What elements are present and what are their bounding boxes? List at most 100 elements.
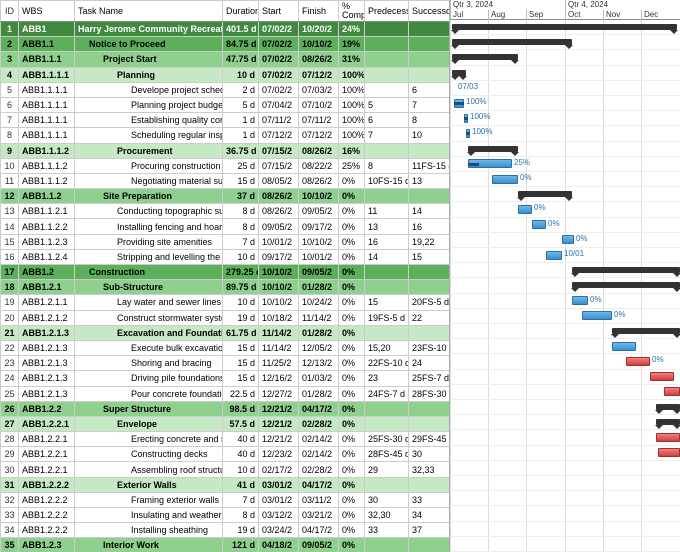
cell[interactable]: 15 d xyxy=(223,173,259,188)
cell[interactable]: 0% xyxy=(339,189,365,204)
cell[interactable]: ABB1.1.2.4 xyxy=(19,249,75,264)
cell[interactable]: 401.5 d xyxy=(223,22,259,37)
cell[interactable]: ABB1.1 xyxy=(19,37,75,52)
cell[interactable]: 01/28/2 xyxy=(299,386,339,401)
cell[interactable]: 07/11/2 xyxy=(299,113,339,128)
cell[interactable]: Stripping and levelling the site xyxy=(75,249,223,264)
cell[interactable]: 22FS-10 d xyxy=(365,356,409,371)
cell[interactable]: 12/21/2 xyxy=(259,416,299,431)
cell[interactable]: 10/10/2 xyxy=(259,265,299,280)
cell[interactable]: 0% xyxy=(339,310,365,325)
gantt-bar[interactable] xyxy=(650,372,674,381)
table-row[interactable]: 18ABB1.2.1Sub-Structure89.75 d10/10/201/… xyxy=(1,280,451,295)
cell[interactable]: 14 xyxy=(409,204,451,219)
cell[interactable]: ABB1.2.1.1 xyxy=(19,295,75,310)
col-successors[interactable]: Successors xyxy=(409,1,451,22)
cell[interactable]: 19FS-5 d xyxy=(365,310,409,325)
cell[interactable]: 20FS-5 d xyxy=(409,295,451,310)
cell[interactable]: ABB1.2.2.2 xyxy=(19,523,75,538)
cell[interactable]: 07/02/2 xyxy=(259,52,299,67)
gantt-bar[interactable] xyxy=(452,54,518,60)
table-row[interactable]: 28ABB1.2.2.1Erecting concrete and steel … xyxy=(1,432,451,447)
table-row[interactable]: 21ABB1.2.1.3Excavation and Foundation61.… xyxy=(1,325,451,340)
cell[interactable]: 23 xyxy=(365,371,409,386)
cell[interactable]: 36.75 d xyxy=(223,143,259,158)
cell[interactable]: 12 xyxy=(1,189,19,204)
cell[interactable]: 34 xyxy=(1,523,19,538)
cell[interactable]: 09/17/2 xyxy=(299,219,339,234)
gantt-bar[interactable] xyxy=(562,235,574,244)
cell[interactable]: 07/12/2 xyxy=(299,128,339,143)
cell[interactable]: 2 d xyxy=(223,82,259,97)
cell[interactable]: 08/26/2 xyxy=(259,189,299,204)
cell[interactable]: 03/21/2 xyxy=(299,508,339,523)
cell[interactable]: Construct stormwater systems xyxy=(75,310,223,325)
cell[interactable]: 08/26/2 xyxy=(299,52,339,67)
cell[interactable]: 279.25 d xyxy=(223,265,259,280)
cell[interactable]: 5 d xyxy=(223,97,259,112)
cell[interactable]: ABB1.2.1.3 xyxy=(19,371,75,386)
cell[interactable]: ABB1.2.3 xyxy=(19,538,75,552)
cell[interactable]: 12/21/2 xyxy=(259,401,299,416)
table-row[interactable]: 16ABB1.1.2.4Stripping and levelling the … xyxy=(1,249,451,264)
cell[interactable]: 12/16/2 xyxy=(259,371,299,386)
cell[interactable]: 27 xyxy=(1,416,19,431)
cell[interactable]: 8 d xyxy=(223,204,259,219)
cell[interactable]: 61.75 d xyxy=(223,325,259,340)
cell[interactable]: 22.5 d xyxy=(223,386,259,401)
table-row[interactable]: 10ABB1.1.1.2Procuring construction mate2… xyxy=(1,158,451,173)
cell[interactable] xyxy=(409,280,451,295)
cell[interactable]: Notice to Proceed xyxy=(75,37,223,52)
cell[interactable]: 10/01/2 xyxy=(259,234,299,249)
cell[interactable]: 19% xyxy=(339,37,365,52)
cell[interactable]: 6 xyxy=(1,97,19,112)
table-row[interactable]: 20ABB1.2.1.2Construct stormwater systems… xyxy=(1,310,451,325)
cell[interactable]: 0% xyxy=(339,340,365,355)
cell[interactable]: 17 xyxy=(1,265,19,280)
cell[interactable]: Constructing decks xyxy=(75,447,223,462)
cell[interactable] xyxy=(365,52,409,67)
cell[interactable]: Site Preparation xyxy=(75,189,223,204)
table-row[interactable]: 7ABB1.1.1.1Establishing quality control … xyxy=(1,113,451,128)
cell[interactable] xyxy=(365,477,409,492)
cell[interactable]: 0% xyxy=(339,508,365,523)
cell[interactable]: ABB1.2.2.2 xyxy=(19,477,75,492)
cell[interactable]: 30 xyxy=(1,462,19,477)
cell[interactable]: Shoring and bracing xyxy=(75,356,223,371)
cell[interactable]: ABB1.1.2.3 xyxy=(19,234,75,249)
cell[interactable]: 03/11/2 xyxy=(299,492,339,507)
gantt-bar[interactable] xyxy=(582,311,612,320)
cell[interactable]: 02/14/2 xyxy=(299,432,339,447)
cell[interactable] xyxy=(409,22,451,37)
cell[interactable] xyxy=(365,37,409,52)
table-row[interactable]: 4ABB1.1.1.1Planning10 d07/02/207/12/2100… xyxy=(1,67,451,82)
cell[interactable]: 5 xyxy=(1,82,19,97)
cell[interactable]: ABB1.2.1.3 xyxy=(19,356,75,371)
cell[interactable]: 121 d xyxy=(223,538,259,552)
cell[interactable]: 0% xyxy=(339,325,365,340)
cell[interactable]: 8 d xyxy=(223,508,259,523)
cell[interactable]: 14 xyxy=(1,219,19,234)
cell[interactable]: 40 d xyxy=(223,432,259,447)
cell[interactable]: 100% xyxy=(339,82,365,97)
cell[interactable]: 04/17/2 xyxy=(299,477,339,492)
table-row[interactable]: 26ABB1.2.2Super Structure98.5 d12/21/204… xyxy=(1,401,451,416)
cell[interactable]: 41 d xyxy=(223,477,259,492)
cell[interactable]: 37 d xyxy=(223,189,259,204)
cell[interactable] xyxy=(409,67,451,82)
cell[interactable]: 30 xyxy=(365,492,409,507)
cell[interactable]: 09/05/2 xyxy=(299,204,339,219)
cell[interactable]: ABB1.2.2 xyxy=(19,401,75,416)
cell[interactable]: 3 xyxy=(1,52,19,67)
cell[interactable]: 6 xyxy=(409,82,451,97)
table-row[interactable]: 32ABB1.2.2.2Framing exterior walls7 d03/… xyxy=(1,492,451,507)
cell[interactable]: 10/10/2 xyxy=(259,280,299,295)
cell[interactable]: Planning xyxy=(75,67,223,82)
cell[interactable]: 01/03/2 xyxy=(299,371,339,386)
cell[interactable]: 16 xyxy=(409,219,451,234)
cell[interactable]: 0% xyxy=(339,523,365,538)
cell[interactable] xyxy=(365,325,409,340)
col-finish[interactable]: Finish xyxy=(299,1,339,22)
cell[interactable]: Envelope xyxy=(75,416,223,431)
cell[interactable]: ABB1.2.2.2 xyxy=(19,508,75,523)
